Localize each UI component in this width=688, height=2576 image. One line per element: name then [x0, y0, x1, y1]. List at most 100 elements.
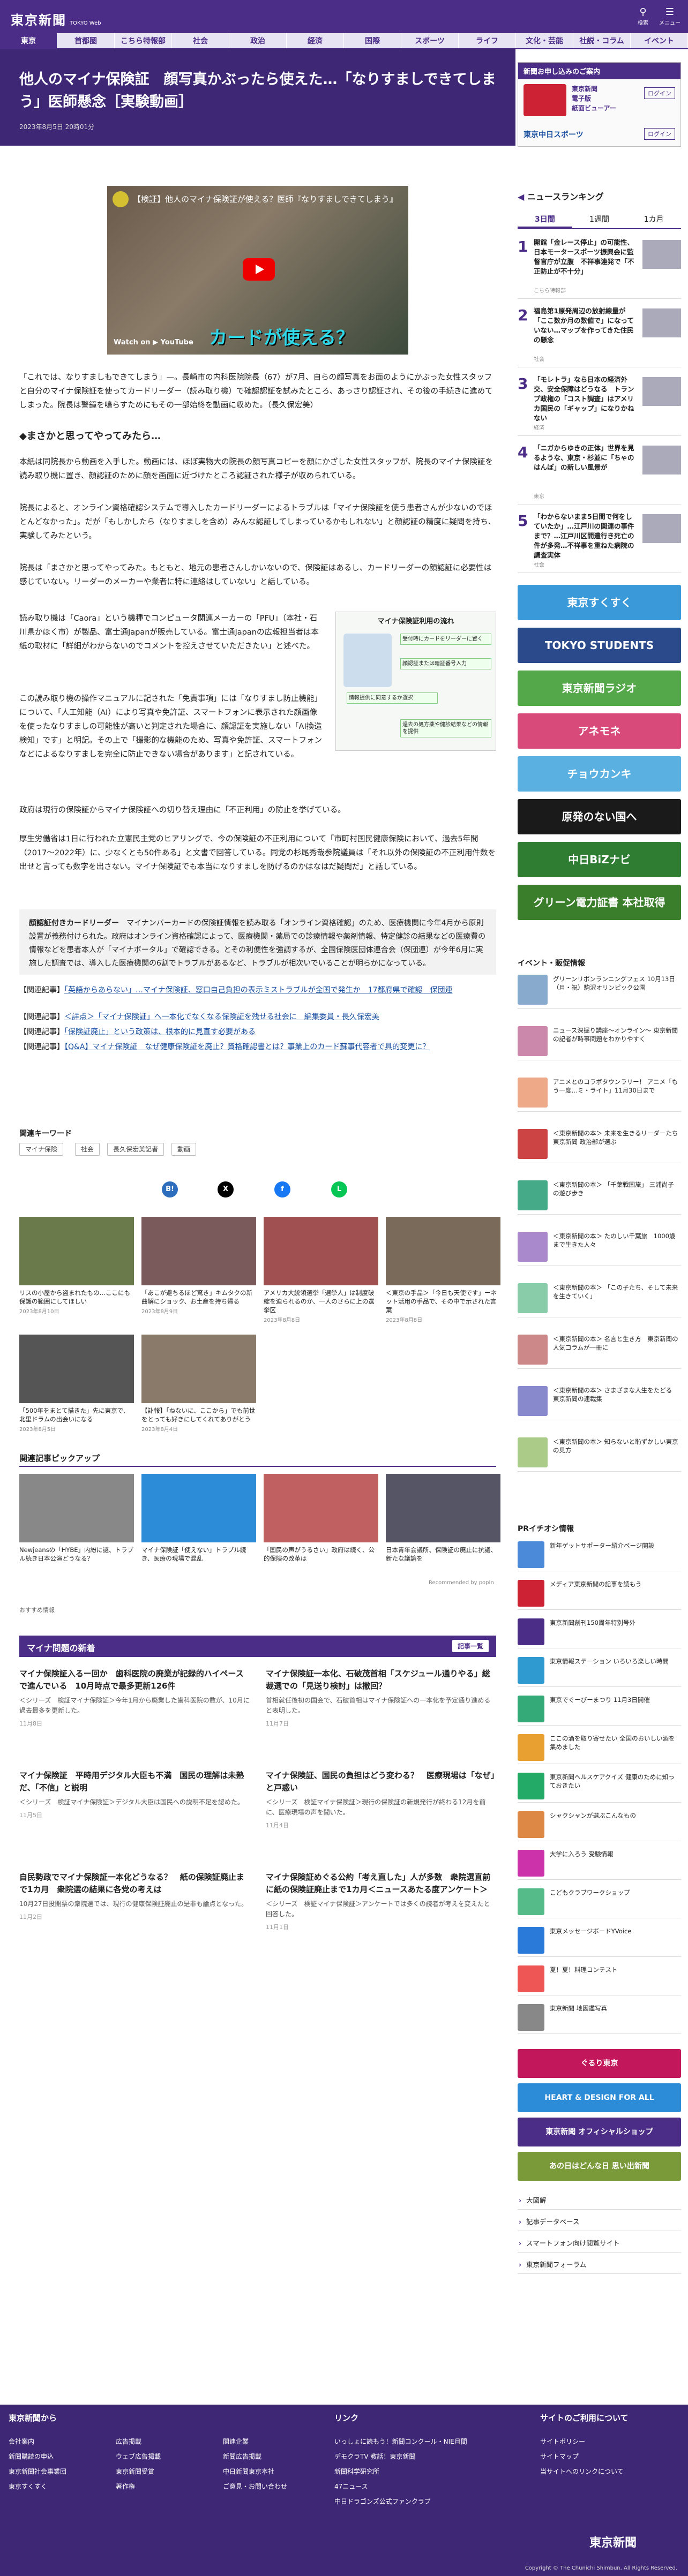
keyword-tag[interactable]: 長久保宏美記者 [107, 1143, 164, 1156]
pickup-card[interactable]: マイナ保険証「使えない」トラブル続き、医療の現場で混乱 [141, 1474, 256, 1563]
nav-item[interactable]: 国際 [344, 33, 401, 48]
event-item[interactable]: アニメとのコラボタウンラリー！ アニメ「もう一度…ミ・ライト」11月30日まで [518, 1074, 681, 1112]
banner[interactable]: 東京新聞ラジオ [518, 671, 681, 706]
special-article[interactable]: マイナ保険証めぐる公約「考え直した」人が多数 衆院選直前に紙の保険証廃止まで1カ… [266, 1871, 496, 1931]
footer-link[interactable]: 著作権 [116, 2482, 135, 2491]
watch-on-youtube-link[interactable]: Watch on ▶ YouTube [114, 338, 193, 347]
related-link[interactable]: 【関連記事】「英語からあらない」…マイナ保険証、窓口自己負担の表示ミストラブルが… [19, 984, 496, 996]
banner[interactable]: ぐるり東京 [518, 2049, 681, 2078]
line-share-icon[interactable]: L [331, 1181, 347, 1197]
photo-card[interactable]: リスの小屋から盗まれたもの…ここにも保護の範囲にしてほしい 2023年8月10日 [19, 1217, 134, 1315]
footer-link[interactable]: 中日ドラゴンズ公式ファンクラブ [334, 2497, 431, 2506]
related-link[interactable]: 【関連記事】【Q&A】マイナ保険証 なぜ健康保険証を廃止？資格確認書とは？事業上… [19, 1041, 496, 1053]
x-share-icon[interactable]: X [218, 1181, 234, 1197]
footer-link[interactable]: 中日新聞東京本社 [223, 2467, 274, 2476]
footer-link[interactable]: ご意見・お問い合わせ [223, 2482, 287, 2491]
photo-card[interactable]: 【訃報】「ねないに、ここから」でも前世をとっても好きにしてくれてありがとう 202… [141, 1335, 256, 1433]
footer-link[interactable]: サイトポリシー [540, 2437, 585, 2446]
event-item[interactable]: ＜東京新聞の本＞ さまざまな人生をたどる 東京新聞の連載集 [518, 1383, 681, 1420]
footer-link[interactable]: 東京すくすく [9, 2482, 47, 2491]
related-link[interactable]: 【関連記事】＜詳点＞「マイナ保険証」へ一本化でなくなる保険証を残せる社会に 編集… [19, 1011, 496, 1023]
pr-item[interactable]: 東京情報ステーション いろいろ楽しい時間 [518, 1654, 681, 1687]
pickup-card[interactable]: 「国民の声がうるさい」政府は続く、公的保険の改革は [264, 1474, 378, 1563]
pr-item[interactable]: メディア東京新聞の記事を読もう [518, 1577, 681, 1610]
banner[interactable]: 中日BiZナビ [518, 842, 681, 877]
photo-card[interactable]: ＜東京の手品＞「今日も天使です」ーネット活用の手品で、その中で示された言葉 202… [386, 1217, 500, 1323]
banner[interactable]: あの日はどんな日 思い出新聞 [518, 2152, 681, 2181]
keyword-tag[interactable]: マイナ保険 [19, 1143, 63, 1156]
sidebar-link[interactable]: 記事データベース [518, 2213, 681, 2231]
ranking-item[interactable]: 2 福島第1原発周辺の放射線量が「ここ数か月の数値で」になっていない…マップを作っ… [518, 303, 681, 367]
footer-link[interactable]: 広告掲載 [116, 2437, 141, 2446]
banner[interactable]: TOKYO STUDENTS [518, 628, 681, 663]
login-button[interactable]: ログイン [644, 128, 675, 140]
special-article[interactable]: マイナ保険証 平時用デジタル大臣も不満 国民の理解は未熟だ、「不信」と説明 ＜シリ… [19, 1769, 250, 1819]
banner[interactable]: 原発のない国へ [518, 799, 681, 834]
related-link[interactable]: 【関連記事】「保険証廃止」という政策は、根本的に見直す必要がある [19, 1026, 496, 1038]
footer-link[interactable]: 新聞科学研究所 [334, 2467, 379, 2476]
event-item[interactable]: ＜東京新聞の本＞ たのしい千葉旅 1000歳まで生きた人々 [518, 1229, 681, 1266]
ranking-item[interactable]: 5 「わからないまま5日間で何をしていたか」…江戸川の関連の事件まで？…江戸川区間… [518, 509, 681, 573]
banner[interactable]: 東京すくすく [518, 585, 681, 620]
footer-link[interactable]: 関連企業 [223, 2437, 249, 2446]
pr-item[interactable]: ここの酒を取り寄せたい 全国のおいしい酒を集めました [518, 1731, 681, 1764]
nav-item[interactable]: こちら特報部 [115, 33, 172, 48]
pr-item[interactable]: 東京新聞創刊150周年特別号外 [518, 1615, 681, 1648]
video-player[interactable]: 【検証】他人のマイナ保険証が使える？医師『なりすましできてしまう』 カードが使え… [107, 186, 408, 355]
footer-link[interactable]: デモクラTV 教話！東京新聞 [334, 2452, 415, 2461]
event-item[interactable]: ＜東京新聞の本＞ 「この子たち、そして未来を生きていく」 [518, 1280, 681, 1317]
nav-item[interactable]: 首都圏 [57, 33, 115, 48]
special-article[interactable]: 自民勢政でマイナ保険証一本化どうなる？ 紙の保険証廃止まで1カ月 衆院選の結果に… [19, 1871, 250, 1921]
nav-item[interactable]: ライフ [459, 33, 516, 48]
sidebar-link[interactable]: 東京新聞フォーラム [518, 2256, 681, 2274]
pr-item[interactable]: 新年ゲットサポーター紹介ページ開設 [518, 1538, 681, 1571]
ranking-item[interactable]: 3 「モレトラ」なら日本の経済外交、安全保障はどうなる トランプ政権の「コスト調査… [518, 372, 681, 436]
sidebar-link[interactable]: スマートフォン向け閲覧サイト [518, 2234, 681, 2253]
special-article[interactable]: マイナ保険証一本化、石破茂首相「スケジュール通りやる」総裁選での「見送り検討」は… [266, 1668, 496, 1728]
pr-item[interactable]: 夏！夏！料理コンテスト [518, 1962, 681, 1995]
photo-card[interactable]: アメリカ大統領選挙「選挙人」は制度破綻を迫られるのか、一人のさらに上の選挙区 20… [264, 1217, 378, 1323]
pr-item[interactable]: 東京新聞ヘルスケアクイズ 健康のために知っておきたい [518, 1769, 681, 1803]
facebook-share-icon[interactable]: f [274, 1181, 290, 1197]
pr-item[interactable]: 大学に入ろう 受験情報 [518, 1847, 681, 1880]
tab-1month[interactable]: 1カ月 [626, 210, 681, 228]
ranking-item[interactable]: 4 「ニガからゆきの正体」世界を見るような、東京・杉並に「ちゃのはんぽ」の新しい風… [518, 440, 681, 504]
event-item[interactable]: ＜東京新聞の本＞ 知らないと恥ずかしい東京の見方 [518, 1434, 681, 1472]
tab-1week[interactable]: 1週間 [572, 210, 627, 228]
pickup-card[interactable]: 日本青年会議所、保険証の廃止に抗議、新たな議論を [386, 1474, 500, 1563]
more-articles-button[interactable]: 記事一覧 [452, 1640, 489, 1652]
site-logo[interactable]: 東京新聞 TOKYO Web [11, 10, 101, 28]
footer-link[interactable]: 新聞購読の申込 [9, 2452, 54, 2461]
hatena-share-icon[interactable]: B! [162, 1181, 178, 1197]
footer-link[interactable]: 新聞広告掲載 [223, 2452, 261, 2461]
pickup-card[interactable]: Newjeansの「HYBE」内紛に謎、トラブル続き日本公演どうなる？ [19, 1474, 134, 1563]
footer-link[interactable]: いっしょに読もう！新聞コンクール・NIE月間 [334, 2437, 467, 2446]
footer-link[interactable]: 当サイトへのリンクについて [540, 2467, 624, 2476]
keyword-tag[interactable]: 動画 [171, 1143, 197, 1156]
nav-item[interactable]: 経済 [287, 33, 344, 48]
tab-3days[interactable]: 3日間 [518, 210, 572, 228]
special-article[interactable]: マイナ保険証、国民の負担はどう変わる？ 医療現場は「なぜ」と戸惑い ＜シリーズ 検… [266, 1769, 496, 1829]
photo-card[interactable]: 「あこが避ちるほど驚き」キムタクの新曲解にショック、お土産を持ち帰る 2023年8… [141, 1217, 256, 1315]
footer-logo[interactable]: 東京新聞 [589, 2533, 637, 2550]
event-item[interactable]: グリーンリボンランニングフェス 10月13日（月・祝）駒沢オリンピック公園 [518, 971, 681, 1009]
nav-item[interactable]: イベント [631, 33, 688, 48]
banner[interactable]: グリーン電力証書 本社取得 [518, 885, 681, 920]
event-item[interactable]: ＜東京新聞の本＞ 未来を生きるリーダーたち 東京新聞 政治部が選ぶ [518, 1126, 681, 1163]
footer-link[interactable]: ウェブ広告掲載 [116, 2452, 161, 2461]
footer-link[interactable]: サイトマップ [540, 2452, 579, 2461]
sidebar-link[interactable]: 大図解 [518, 2191, 681, 2210]
banner[interactable]: 東京新聞 オフィシャルショップ [518, 2118, 681, 2146]
nav-item[interactable]: 社会 [172, 33, 229, 48]
special-article[interactable]: マイナ保険証入るー回か 歯科医院の廃業が記録的ハイペースで進んでいる 10月時点… [19, 1668, 250, 1728]
pr-item[interactable]: 東京メッセージボードYVoice [518, 1924, 681, 1957]
ranking-item[interactable]: 1 開館「金レース停止」の可能性、日本モータースポーツ振興会に監督官庁が立腹 不祥… [518, 235, 681, 299]
event-item[interactable]: ＜東京新聞の本＞ 名言と生き方 東京新聞の人気コラムが一冊に [518, 1331, 681, 1369]
keyword-tag[interactable]: 社会 [75, 1143, 100, 1156]
pr-item[interactable]: 東京でぐーびーまつり 11月3日開催 [518, 1692, 681, 1726]
login-button[interactable]: ログイン [644, 87, 675, 99]
pr-item[interactable]: こどもクラブワークショップ [518, 1885, 681, 1918]
banner[interactable]: アネモネ [518, 713, 681, 749]
photo-card[interactable]: 「500年をまとて描きた」先に東京で、北里ドラムの出会いになる 2023年8月5日 [19, 1335, 134, 1433]
banner[interactable]: チョウカンキ [518, 756, 681, 792]
